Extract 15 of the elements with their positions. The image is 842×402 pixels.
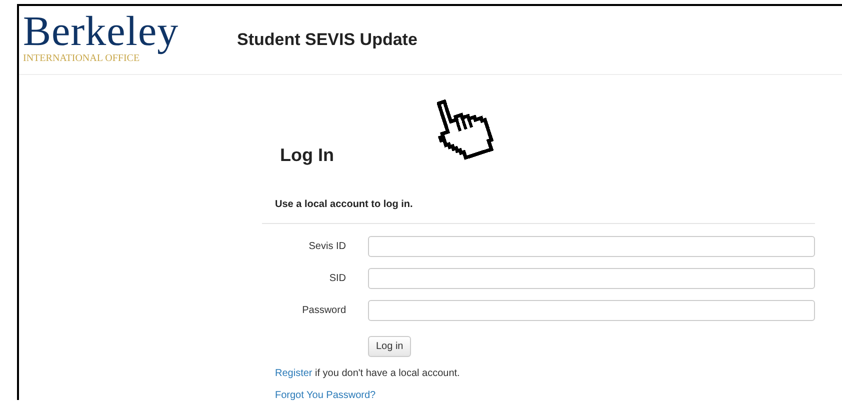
- register-link[interactable]: Register: [275, 368, 312, 379]
- logo-wordmark: Berkeley: [23, 9, 179, 55]
- input-field[interactable]: [368, 236, 815, 257]
- input-field[interactable]: [368, 268, 815, 289]
- register-note: Register if you don't have a local account.: [275, 368, 461, 379]
- login-subheading: Use a local account to log in.: [275, 199, 414, 210]
- logo-subtitle: INTERNATIONAL OFFICE: [23, 53, 140, 65]
- forgot-password-link[interactable]: Forgot You Password?: [275, 390, 376, 400]
- field-label: SID: [328, 273, 346, 284]
- page-title: Student SEVIS Update: [237, 30, 418, 50]
- login-heading: Log In: [280, 145, 335, 166]
- login-button[interactable]: Log in: [368, 336, 412, 357]
- input-field[interactable]: [368, 300, 815, 321]
- field-label: Sevis ID: [308, 241, 346, 252]
- field-label: Password: [301, 305, 346, 316]
